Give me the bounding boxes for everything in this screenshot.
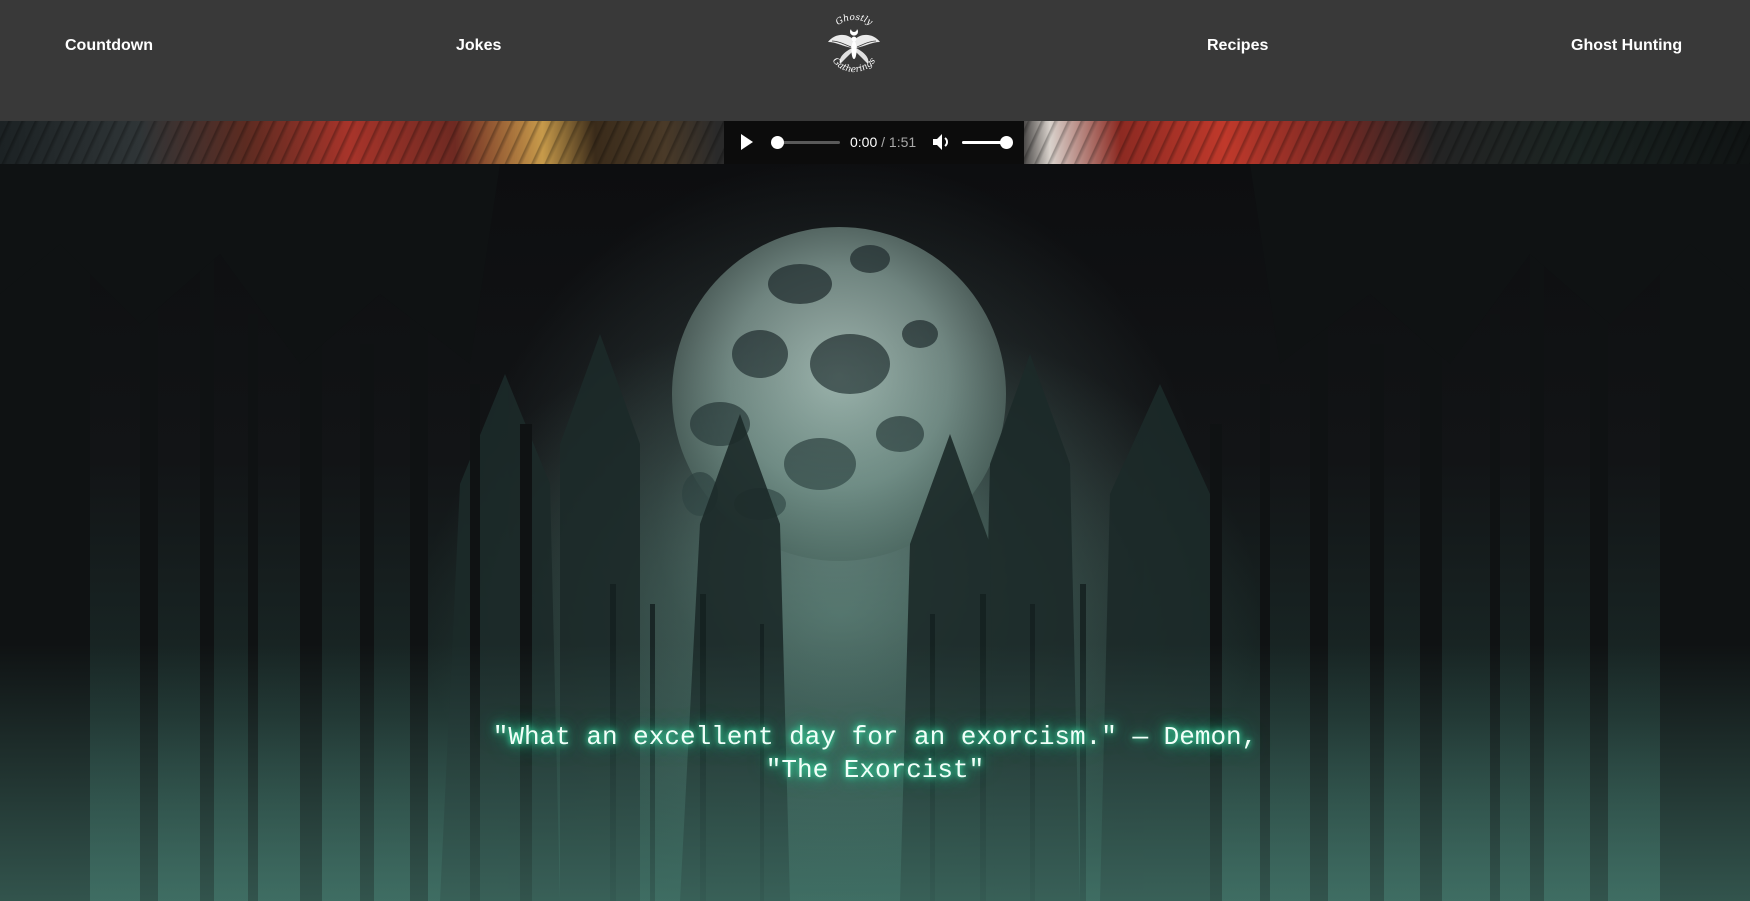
- header-banner-image: 0:00 / 1:51: [0, 121, 1750, 164]
- time-display: 0:00 / 1:51: [850, 134, 916, 150]
- quote-line-2: "The Exorcist": [765, 755, 985, 785]
- audio-player: 0:00 / 1:51: [724, 121, 1024, 164]
- volume-slider[interactable]: [962, 136, 1013, 149]
- nav-link-countdown[interactable]: Countdown: [65, 37, 153, 55]
- forest-moon-background: [0, 164, 1750, 901]
- time-separator: /: [877, 134, 889, 150]
- nav-link-recipes[interactable]: Recipes: [1207, 37, 1268, 55]
- seek-bar[interactable]: [771, 136, 840, 149]
- moth-icon: Ghostly Gatherings: [828, 13, 880, 75]
- svg-text:Ghostly: Ghostly: [834, 13, 875, 29]
- logo-text-top: Ghostly: [834, 13, 875, 29]
- duration: 1:51: [888, 134, 917, 150]
- play-icon[interactable]: [741, 134, 753, 150]
- volume-handle[interactable]: [1000, 136, 1013, 149]
- volume-icon[interactable]: [932, 133, 952, 151]
- hero-section: "What an excellent day for an exorcism."…: [0, 164, 1750, 901]
- movie-quote: "What an excellent day for an exorcism."…: [375, 721, 1375, 787]
- seek-handle[interactable]: [771, 136, 784, 149]
- top-navigation: Countdown Jokes Ghostly Gatherings Recip…: [0, 0, 1750, 121]
- nav-link-jokes[interactable]: Jokes: [456, 37, 501, 55]
- quote-line-1: "What an excellent day for an exorcism."…: [492, 722, 1258, 752]
- current-time: 0:00: [850, 134, 878, 150]
- ghostly-gatherings-logo[interactable]: Ghostly Gatherings: [818, 10, 890, 82]
- nav-link-ghost-hunting[interactable]: Ghost Hunting: [1571, 37, 1682, 55]
